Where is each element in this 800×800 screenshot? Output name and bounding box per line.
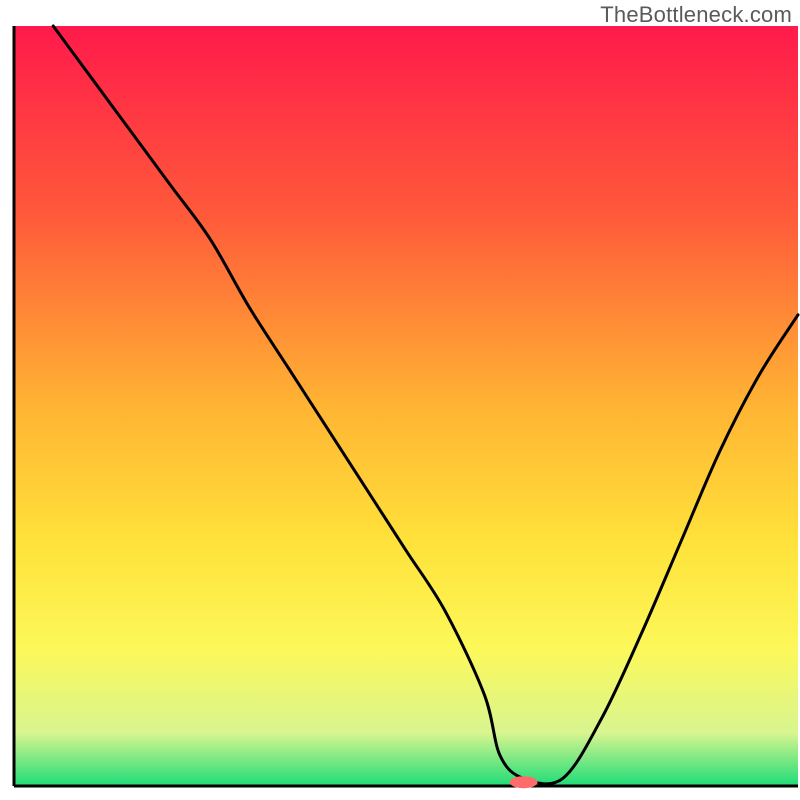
- chart-container: TheBottleneck.com: [0, 0, 800, 800]
- plot-background: [14, 26, 798, 786]
- optimal-point-marker: [510, 776, 538, 788]
- bottleneck-chart: [0, 0, 800, 800]
- watermark-text: TheBottleneck.com: [600, 2, 792, 28]
